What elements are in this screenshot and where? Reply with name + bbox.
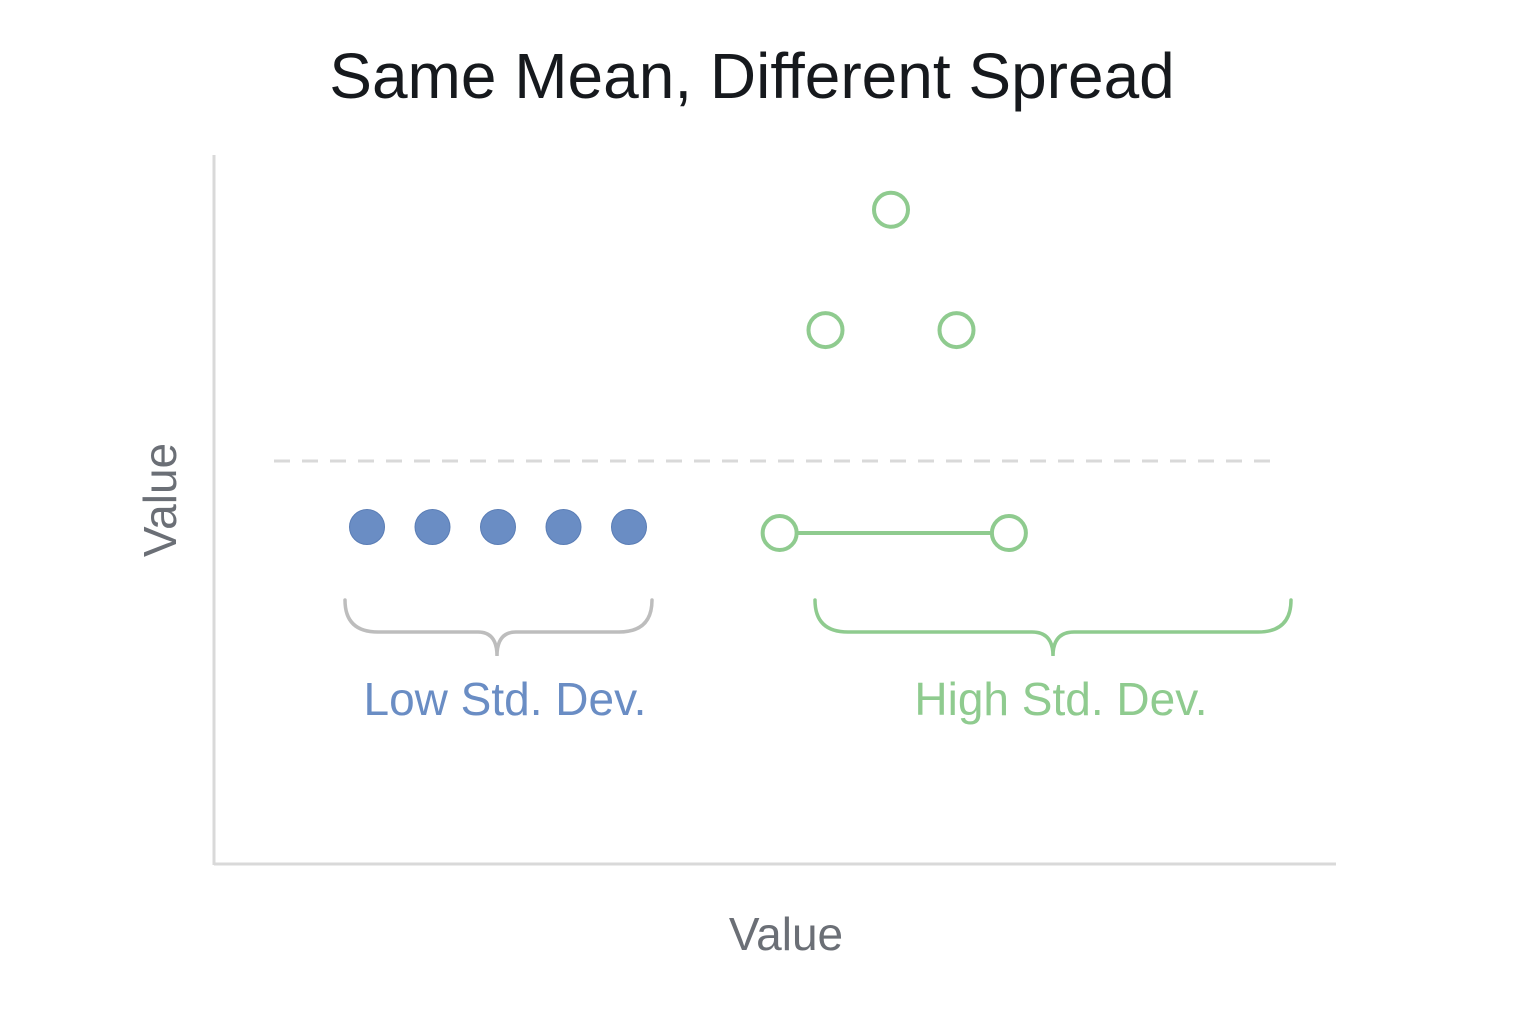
y-axis-label: Value xyxy=(134,443,186,557)
low-std-dev-point-5 xyxy=(611,509,647,545)
brace-high-std-dev xyxy=(813,598,1293,657)
low-std-dev-point-3 xyxy=(480,509,516,545)
high-std-dev-point-5 xyxy=(989,514,1028,552)
chart: Same Mean, Different Spread Value Value … xyxy=(134,40,1336,960)
high-std-dev-point-4 xyxy=(937,311,976,350)
low-std-dev-label: Low Std. Dev. xyxy=(364,673,647,725)
data-marks xyxy=(349,190,1028,552)
x-axis-label: Value xyxy=(729,908,843,960)
high-std-dev-point-3 xyxy=(872,190,910,229)
low-std-dev-point-4 xyxy=(545,509,582,545)
high-std-dev-point-2 xyxy=(806,311,845,350)
high-std-dev-label: High Std. Dev. xyxy=(914,673,1207,725)
low-std-dev-point-1 xyxy=(349,509,385,545)
low-std-dev-point-2 xyxy=(414,509,451,545)
brace-low-std-dev xyxy=(343,598,654,657)
high-std-dev-point-1 xyxy=(760,514,799,552)
chart-title: Same Mean, Different Spread xyxy=(329,40,1175,112)
